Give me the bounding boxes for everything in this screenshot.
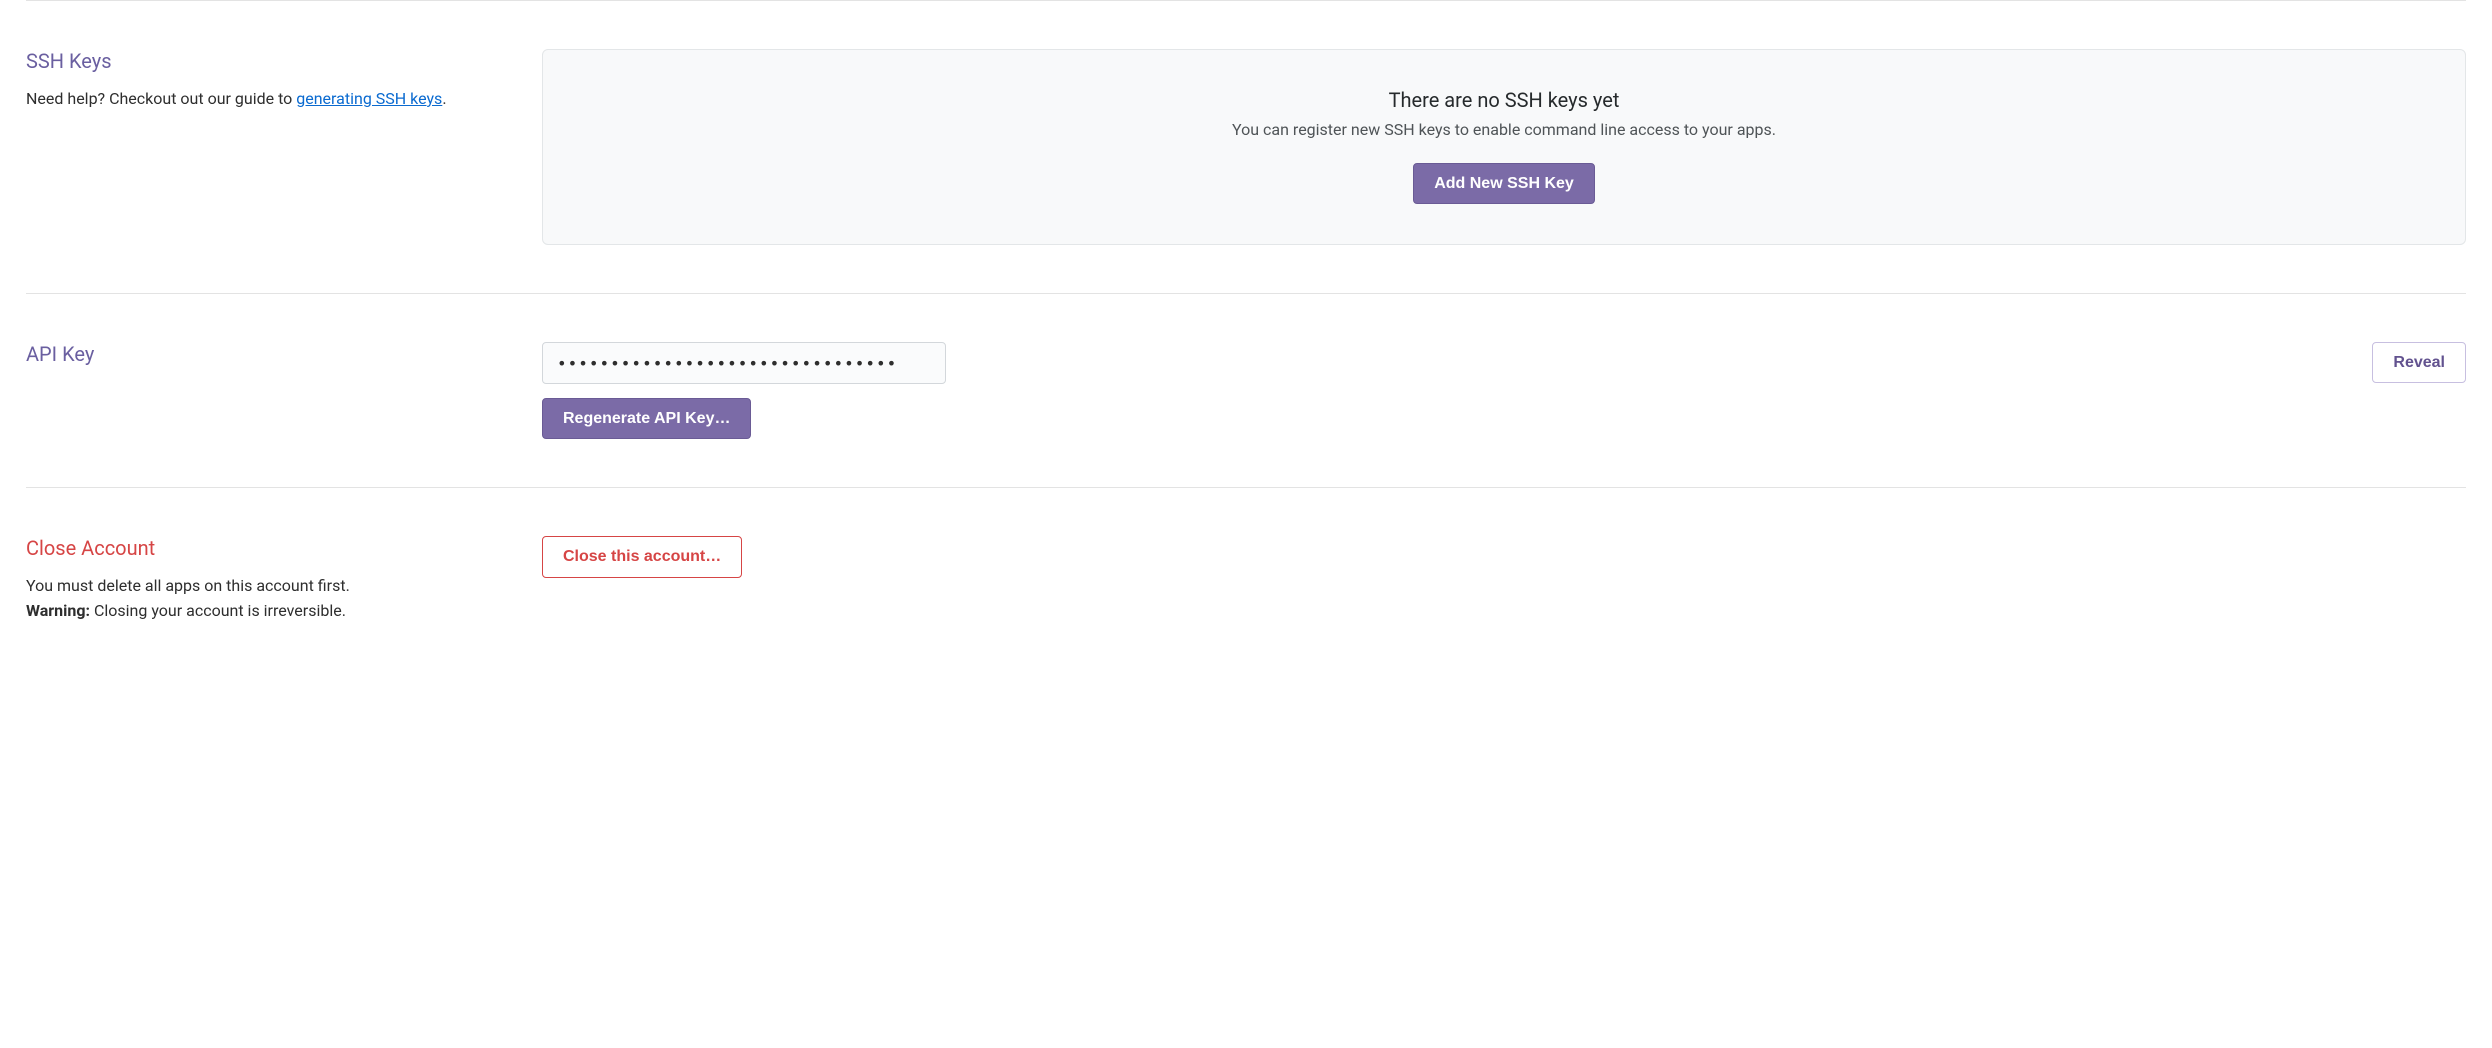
ssh-empty-title: There are no SSH keys yet (567, 88, 2441, 112)
close-account-right: Close this account… (542, 536, 2466, 577)
warning-text: Closing your account is irreversible. (90, 601, 346, 620)
api-key-section: API Key Regenerate API Key… Reveal (26, 294, 2466, 487)
ssh-keys-section: SSH Keys Need help? Checkout out our gui… (26, 1, 2466, 293)
regenerate-api-key-button[interactable]: Regenerate API Key… (542, 398, 751, 439)
api-key-right: Regenerate API Key… Reveal (542, 342, 2466, 439)
ssh-help-suffix: . (442, 89, 446, 108)
generating-ssh-keys-link[interactable]: generating SSH keys (296, 89, 442, 108)
ssh-keys-left: SSH Keys Need help? Checkout out our gui… (26, 49, 542, 112)
close-account-desc: You must delete all apps on this account… (26, 574, 502, 599)
close-account-button[interactable]: Close this account… (542, 536, 742, 577)
close-account-left: Close Account You must delete all apps o… (26, 536, 542, 624)
ssh-keys-help-text: Need help? Checkout out our guide to gen… (26, 87, 502, 112)
ssh-empty-subtitle: You can register new SSH keys to enable … (567, 120, 2441, 139)
api-key-controls: Regenerate API Key… (542, 342, 2372, 439)
ssh-keys-right: There are no SSH keys yet You can regist… (542, 49, 2466, 245)
api-reveal-wrapper: Reveal (2372, 342, 2466, 383)
api-key-left: API Key (26, 342, 542, 380)
close-account-warning: Warning: Closing your account is irrever… (26, 599, 502, 624)
ssh-empty-card: There are no SSH keys yet You can regist… (542, 49, 2466, 245)
api-key-title: API Key (26, 342, 502, 366)
api-key-actions: Regenerate API Key… (542, 398, 2372, 439)
ssh-keys-title: SSH Keys (26, 49, 502, 73)
ssh-help-prefix: Need help? Checkout out our guide to (26, 89, 296, 108)
add-ssh-key-button[interactable]: Add New SSH Key (1413, 163, 1595, 204)
close-account-section: Close Account You must delete all apps o… (26, 488, 2466, 636)
warning-label: Warning: (26, 601, 90, 620)
api-key-input[interactable] (542, 342, 946, 384)
reveal-api-key-button[interactable]: Reveal (2372, 342, 2466, 383)
close-account-title: Close Account (26, 536, 502, 560)
